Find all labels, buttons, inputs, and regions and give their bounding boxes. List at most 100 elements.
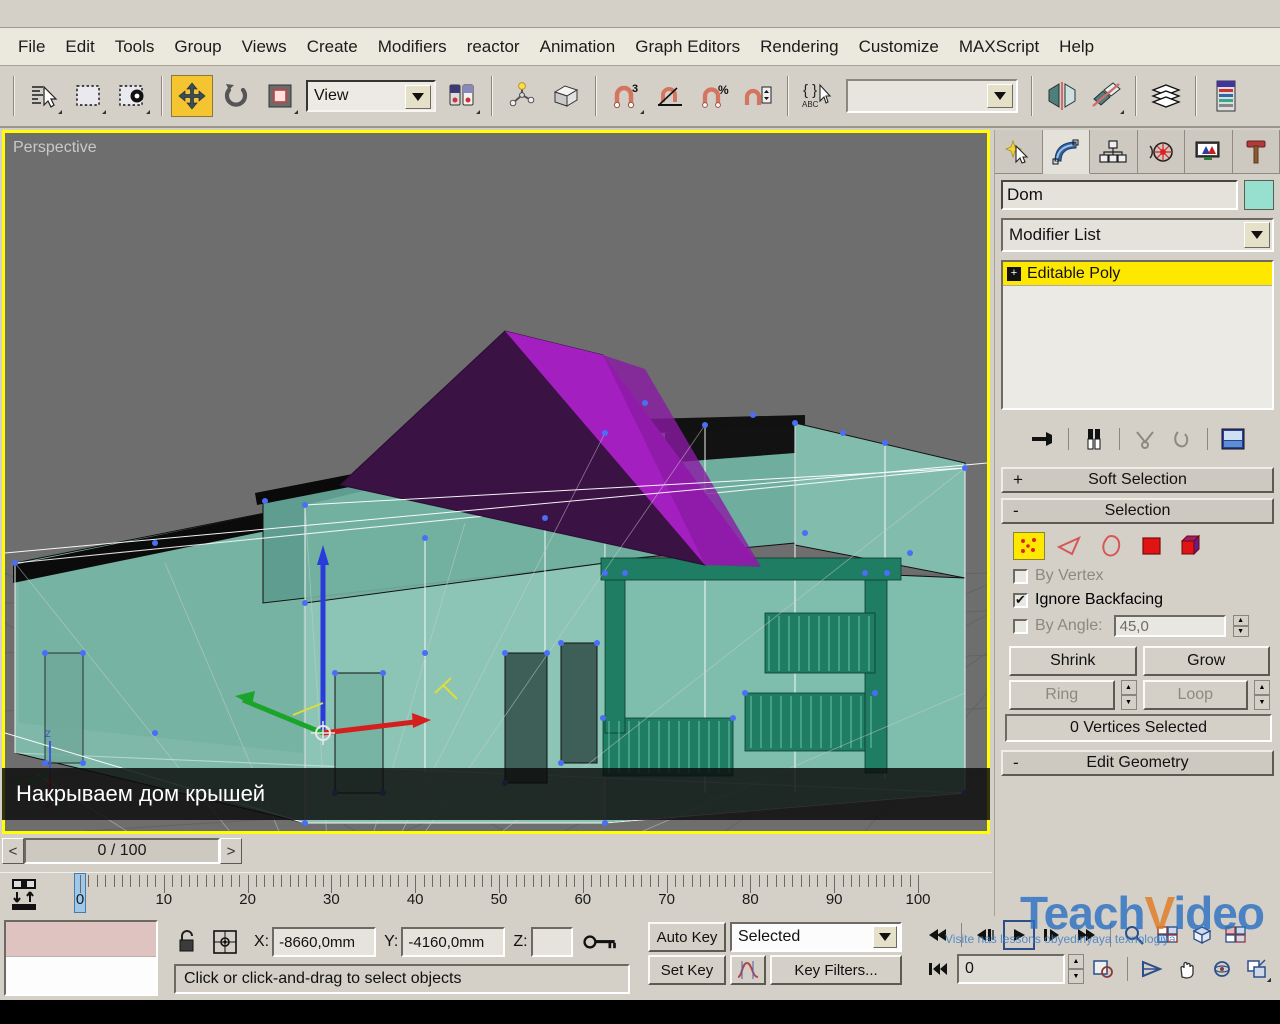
make-unique-icon[interactable] [1128,424,1162,454]
named-selection-sets-field[interactable] [846,79,1018,113]
select-object-window-crossing-icon[interactable] [111,75,153,117]
next-frame-arrow[interactable]: > [220,838,242,864]
select-region-rectangle-icon[interactable] [67,75,109,117]
menu-item-rendering[interactable]: Rendering [750,33,848,61]
object-name-field[interactable]: Dom [1001,180,1238,210]
polygon-selection-icon[interactable] [1136,532,1168,560]
select-object-icon[interactable] [23,75,65,117]
modifier-stack-list[interactable]: + Editable Poly [1001,260,1274,410]
spinner-snap-toggle-icon[interactable] [737,75,779,117]
align-icon[interactable] [1085,75,1127,117]
rollout-selection[interactable]: - Selection [1001,498,1274,524]
key-filter-set-dropdown[interactable]: Selected [730,922,902,952]
key-mode-toggle-icon[interactable] [922,954,954,984]
arc-rotate-icon[interactable] [1206,954,1238,984]
animation-curve-icon[interactable] [730,955,766,985]
shrink-button[interactable]: Shrink [1009,646,1137,676]
current-frame-display[interactable]: 0 / 100 [24,838,220,864]
curve-editor-icon[interactable] [1205,75,1247,117]
chevron-down-icon[interactable] [873,926,897,948]
zoom-all-icon[interactable] [1152,920,1184,950]
previous-frame-icon[interactable] [969,920,1001,950]
go-to-start-icon[interactable] [922,920,954,950]
ring-spinner[interactable]: ▲ ▼ [1120,680,1137,710]
mirror-icon[interactable] [1041,75,1083,117]
rollout-soft-selection[interactable]: + Soft Selection [1001,467,1274,493]
y-coordinate-field[interactable]: -4160,0mm [401,927,506,957]
snaps-toggle-3d-icon[interactable]: 3 [605,75,647,117]
remove-modifier-icon[interactable] [1165,424,1199,454]
menu-item-reactor[interactable]: reactor [457,33,530,61]
angle-snap-toggle-icon[interactable] [649,75,691,117]
hierarchy-tab[interactable] [1090,130,1138,174]
ring-button[interactable]: Ring [1009,680,1115,710]
menu-item-file[interactable]: File [8,33,55,61]
ignore-backfacing-checkbox[interactable]: ✔ [1013,592,1028,608]
menu-item-animation[interactable]: Animation [530,33,626,61]
use-pivot-point-center-icon[interactable] [441,75,483,117]
by-angle-checkbox[interactable] [1013,618,1028,634]
zoom-extents-icon[interactable] [1186,920,1218,950]
mini-listener-panel[interactable] [4,920,158,996]
loop-spinner[interactable]: ▲ ▼ [1254,680,1270,710]
menu-item-graph-editors[interactable]: Graph Editors [625,33,750,61]
open-mini-curve-editor-icon[interactable] [0,873,48,916]
menu-item-views[interactable]: Views [232,33,297,61]
min-max-toggle-icon[interactable] [1241,954,1273,984]
select-and-move-icon[interactable] [171,75,213,117]
modify-tab[interactable] [1042,130,1090,174]
display-tab[interactable] [1185,130,1233,174]
rollout-edit-geometry[interactable]: - Edit Geometry [1001,750,1274,776]
auto-key-button[interactable]: Auto Key [648,922,726,952]
key-filters-button[interactable]: Key Filters... [770,955,902,985]
absolute-relative-transform-toggle-icon[interactable] [208,926,242,958]
menu-item-group[interactable]: Group [164,33,231,61]
lock-icon[interactable] [170,926,204,958]
menu-item-tools[interactable]: Tools [105,33,165,61]
next-frame-icon[interactable] [1037,920,1069,950]
frame-ruler[interactable]: 0 10 20 30 40 50 60 70 80 90 100 [48,873,992,916]
vertex-selection-icon[interactable] [1013,532,1045,560]
frame-spinner[interactable]: ▲ ▼ [1068,954,1084,984]
zoom-icon[interactable] [1118,920,1150,950]
layer-manager-icon[interactable] [1145,75,1187,117]
utilities-tab[interactable] [1232,130,1280,174]
menu-item-create[interactable]: Create [297,33,368,61]
perspective-viewport[interactable]: Perspective z [2,130,990,834]
chevron-down-icon[interactable] [1244,222,1270,248]
spinner-down-icon[interactable]: ▼ [1232,626,1249,637]
percent-snap-toggle-icon[interactable]: % [693,75,735,117]
go-to-end-icon[interactable] [1071,920,1103,950]
by-vertex-row[interactable]: By Vertex [995,564,1280,588]
chevron-down-icon[interactable] [987,84,1013,108]
edit-named-selection-sets-icon[interactable]: { } ABC [797,75,839,117]
x-coordinate-field[interactable]: -8660,0mm [272,927,377,957]
select-and-uniform-scale-icon[interactable] [259,75,301,117]
menu-item-help[interactable]: Help [1049,33,1104,61]
track-bar[interactable]: 0 10 20 30 40 50 60 70 80 90 100 [0,872,992,916]
configure-modifier-sets-icon[interactable] [1216,424,1250,454]
key-icon[interactable] [582,926,617,958]
by-angle-spinner[interactable]: ▲ ▼ [1232,615,1249,637]
modifier-list-dropdown[interactable]: Modifier List [1001,218,1274,252]
loop-button[interactable]: Loop [1142,680,1248,710]
chevron-down-icon[interactable] [405,85,431,109]
grow-button[interactable]: Grow [1142,646,1270,676]
maximize-viewport-toggle-icon[interactable] [1220,920,1252,950]
menu-item-maxscript[interactable]: MAXScript [949,33,1049,61]
show-end-result-icon[interactable] [1077,424,1111,454]
select-and-manipulate-icon[interactable] [501,75,543,117]
edge-selection-icon[interactable] [1054,532,1086,560]
pin-stack-icon[interactable] [1026,424,1060,454]
by-angle-row[interactable]: By Angle: 45,0 ▲ ▼ [995,612,1280,640]
time-slider-track[interactable] [242,838,990,864]
border-selection-icon[interactable] [1095,532,1127,560]
z-coordinate-field[interactable] [530,927,573,957]
time-configuration-icon[interactable] [1087,954,1119,984]
menu-item-modifiers[interactable]: Modifiers [368,33,457,61]
snaps-object-icon[interactable] [545,75,587,117]
by-angle-field[interactable]: 45,0 [1113,615,1226,637]
set-key-button[interactable]: Set Key [648,955,726,985]
expand-plus-icon[interactable]: + [1007,266,1021,281]
pan-view-icon[interactable] [1171,954,1203,984]
